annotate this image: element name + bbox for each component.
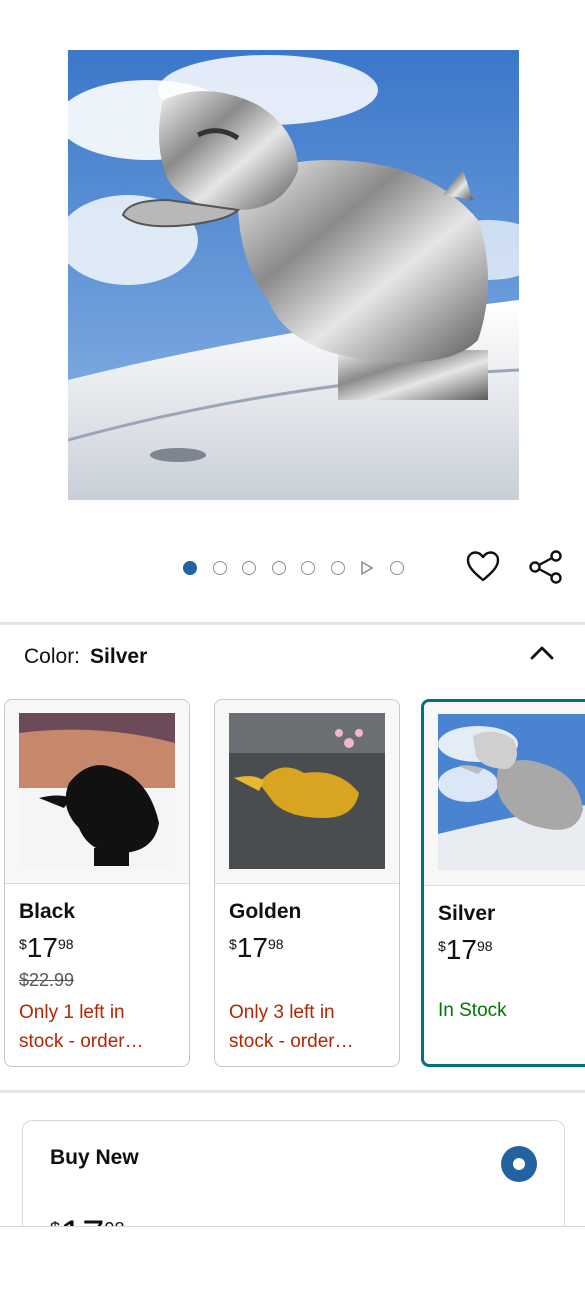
option-name: Silver — [438, 902, 496, 925]
section-divider — [0, 622, 585, 625]
swatch-image-box — [424, 702, 585, 886]
color-selector-header: Color: Silver — [24, 645, 147, 669]
golden-duck-thumbnail — [229, 713, 385, 869]
silver-duck-thumbnail — [438, 714, 585, 870]
color-option-silver[interactable]: Silver $1798 In Stock — [421, 699, 585, 1067]
option-name: Golden — [229, 900, 302, 923]
share-icon[interactable] — [528, 549, 564, 585]
section-divider — [0, 1090, 585, 1093]
buy-new-title: Buy New — [50, 1146, 139, 1169]
availability-text: In Stock — [438, 1000, 507, 1021]
option-price: $1798 — [438, 934, 493, 965]
option-price: $1798 — [229, 932, 284, 963]
buy-new-radio[interactable] — [501, 1146, 537, 1182]
carousel-dot[interactable] — [330, 561, 345, 575]
carousel-dot[interactable] — [212, 561, 227, 575]
bottom-bar — [0, 1226, 585, 1300]
color-label: Color: — [24, 645, 81, 668]
option-name: Black — [19, 900, 76, 923]
list-price: $22.99 — [19, 970, 75, 990]
carousel-dot[interactable] — [271, 561, 286, 575]
product-image[interactable] — [68, 50, 519, 500]
availability-text: Only 3 left in stock - order… — [229, 1002, 354, 1052]
chevron-up-icon[interactable] — [528, 640, 556, 668]
image-carousel-dots[interactable] — [183, 559, 419, 577]
availability-text: Only 1 left in stock - order… — [19, 1002, 144, 1052]
heart-icon[interactable] — [466, 550, 500, 584]
color-option-golden[interactable]: Golden $1798 Only 3 left in stock - order… — [214, 699, 400, 1067]
carousel-dot[interactable] — [301, 561, 315, 575]
swatch-image-box — [215, 700, 399, 884]
carousel-dot[interactable] — [183, 561, 197, 575]
video-play-icon[interactable] — [360, 561, 374, 575]
color-option-black[interactable]: Black $1798 $22.99 Only 1 left in stock -… — [4, 699, 190, 1067]
option-price: $1798 — [19, 932, 74, 963]
swatch-image-box — [5, 700, 189, 884]
selected-color: Silver — [90, 645, 148, 668]
carousel-dot[interactable] — [389, 561, 404, 575]
black-duck-thumbnail — [19, 713, 175, 869]
carousel-dot[interactable] — [242, 561, 256, 575]
